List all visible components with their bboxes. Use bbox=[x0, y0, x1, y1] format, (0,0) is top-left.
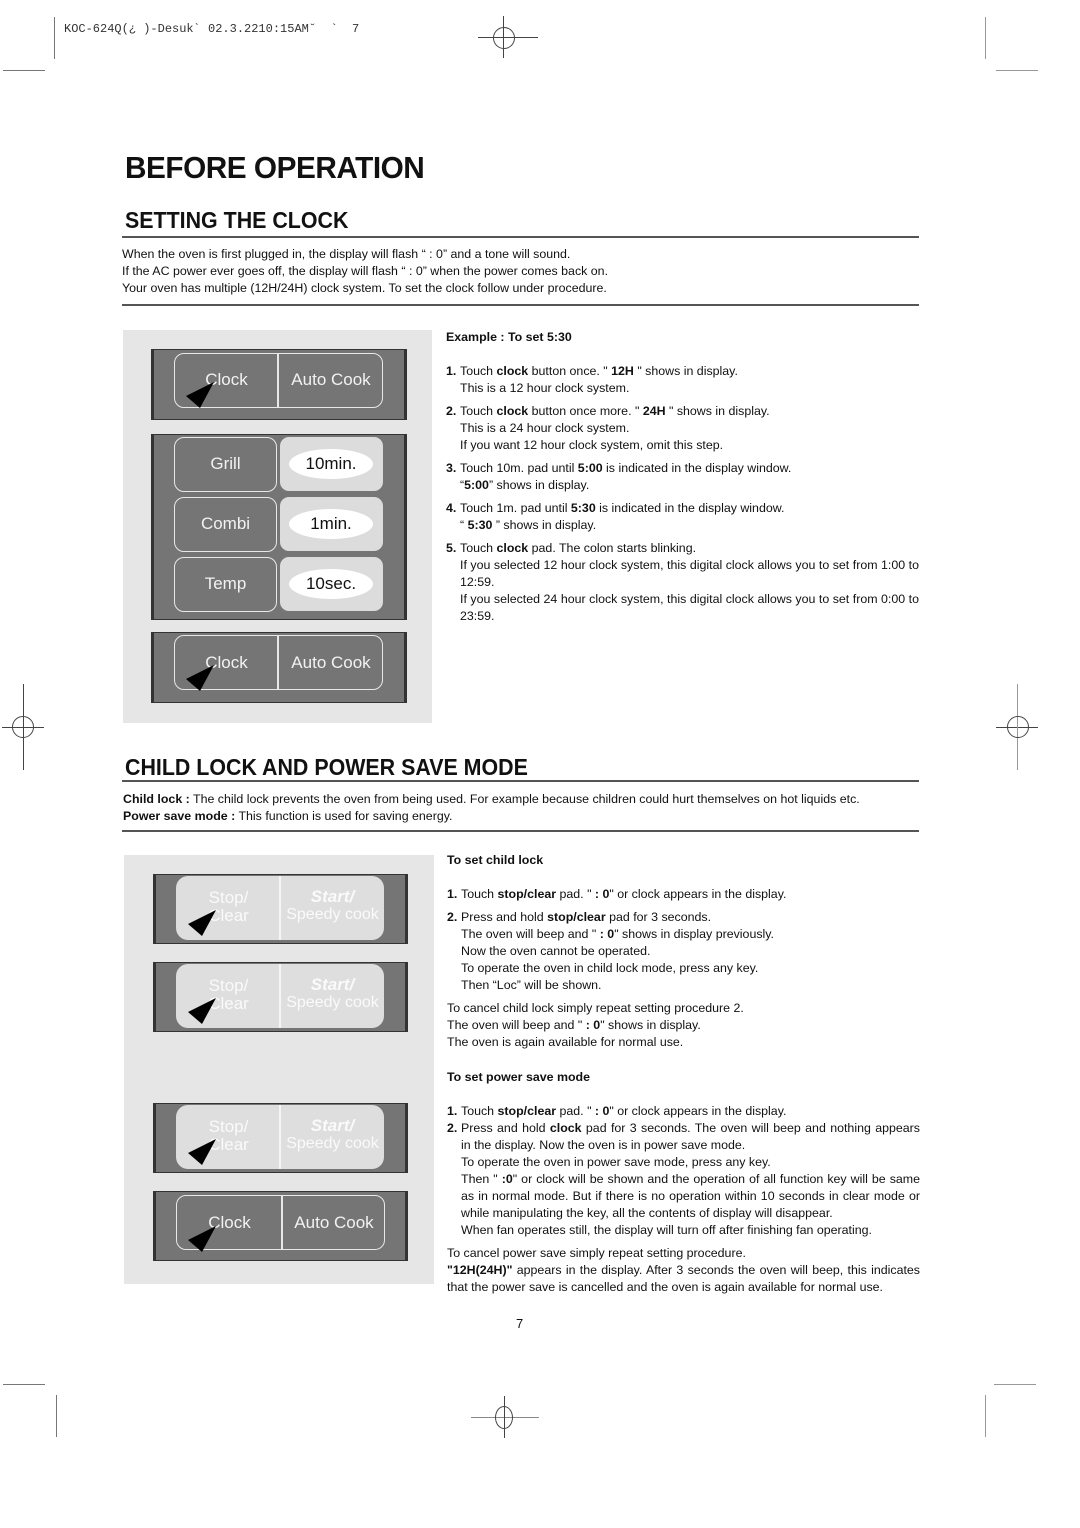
childlock-cancel: To cancel child lock simply repeat setti… bbox=[447, 1001, 744, 1049]
section-title-clock: SETTING THE CLOCK bbox=[125, 207, 349, 233]
pointer-arrow-icon bbox=[188, 1226, 216, 1252]
keypad-strip: Stop/Clear Start/Speedy cook bbox=[153, 1103, 408, 1173]
step-item: 1. Touch clock button once. " 12H " show… bbox=[446, 364, 738, 395]
auto-cook-button[interactable]: Auto Cook bbox=[283, 1213, 385, 1233]
crop-mark bbox=[985, 1395, 986, 1437]
10sec-button[interactable]: 10sec. bbox=[289, 569, 373, 599]
intro-line: When the oven is first plugged in, the d… bbox=[122, 247, 571, 261]
childlock-steps: To set child lock 1. Touch stop/clear pa… bbox=[447, 852, 920, 1296]
pointer-arrow-icon bbox=[188, 1139, 216, 1165]
keypad-strip: Stop/Clear Start/Speedy cook bbox=[153, 962, 408, 1032]
combi-button[interactable]: Combi bbox=[174, 514, 277, 534]
example-title: Example : To set 5:30 bbox=[446, 330, 572, 344]
pointer-arrow-icon bbox=[186, 665, 214, 691]
childlock-keypad-illustration: Stop/Clear Start/Speedy cook Stop/Clear … bbox=[124, 855, 434, 1284]
pointer-arrow-icon bbox=[188, 998, 216, 1024]
step-item: 2. Touch clock button once more. " 24H "… bbox=[446, 404, 770, 452]
step-item: 4. Touch 1m. pad until 5:30 is indicated… bbox=[446, 501, 785, 532]
intro-line: Your oven has multiple (12H/24H) clock s… bbox=[122, 281, 607, 295]
page-number: 7 bbox=[516, 1316, 524, 1331]
clock-keypad-illustration: Clock Auto Cook Grill 10min. Combi 1min.… bbox=[123, 330, 432, 723]
clock-intro: When the oven is first plugged in, the d… bbox=[122, 246, 922, 297]
pointer-arrow-icon bbox=[186, 382, 214, 408]
powersave-title: To set power save mode bbox=[447, 1070, 590, 1084]
crop-mark bbox=[994, 1384, 1036, 1385]
start-speedy-cook-button[interactable]: Start/Speedy cook bbox=[281, 1117, 384, 1153]
keypad-strip: Grill 10min. Combi 1min. Temp 10sec. bbox=[151, 434, 407, 620]
keypad-strip: Clock Auto Cook bbox=[151, 349, 407, 420]
step-item: 1. Touch stop/clear pad. " : 0" or clock… bbox=[447, 1104, 787, 1118]
keypad-strip: Clock Auto Cook bbox=[153, 1191, 408, 1261]
start-speedy-cook-button[interactable]: Start/Speedy cook bbox=[281, 976, 384, 1012]
childlock-title: To set child lock bbox=[447, 853, 544, 867]
registration-mark-icon bbox=[996, 684, 1040, 770]
10min-button[interactable]: 10min. bbox=[289, 449, 373, 479]
divider bbox=[122, 780, 919, 782]
crop-mark bbox=[3, 1384, 45, 1385]
registration-mark-icon bbox=[2, 684, 46, 770]
page-title: BEFORE OPERATION bbox=[125, 150, 425, 185]
crop-mark bbox=[996, 70, 1038, 71]
step-item: 3. Touch 10m. pad until 5:00 is indicate… bbox=[446, 461, 792, 492]
grill-button[interactable]: Grill bbox=[174, 454, 277, 474]
intro-line: If the AC power ever goes off, the displ… bbox=[122, 264, 609, 278]
divider bbox=[122, 830, 919, 832]
crop-mark bbox=[54, 17, 55, 59]
section-title-childlock: CHILD LOCK AND POWER SAVE MODE bbox=[125, 754, 528, 780]
pointer-arrow-icon bbox=[188, 910, 216, 936]
keypad-strip: Stop/Clear Start/Speedy cook bbox=[153, 874, 408, 944]
step-item: 2. Press and hold clock pad for 3 second… bbox=[447, 1121, 920, 1237]
step-item: 2. Press and hold stop/clear pad for 3 s… bbox=[447, 910, 774, 992]
registration-mark-icon bbox=[478, 16, 548, 58]
crop-mark bbox=[3, 70, 45, 71]
divider bbox=[122, 236, 919, 238]
auto-cook-button[interactable]: Auto Cook bbox=[279, 653, 383, 673]
temp-button[interactable]: Temp bbox=[174, 574, 277, 594]
auto-cook-button[interactable]: Auto Cook bbox=[279, 370, 383, 390]
step-item: 1. Touch stop/clear pad. " : 0" or clock… bbox=[447, 887, 787, 901]
childlock-intro: Child lock : The child lock prevents the… bbox=[123, 792, 860, 823]
1min-button[interactable]: 1min. bbox=[289, 509, 373, 539]
print-header: KOC-624Q(¿ )-Desukˋ 02.3.2210:15AM˘ ` 7 bbox=[64, 22, 360, 36]
start-speedy-cook-button[interactable]: Start/Speedy cook bbox=[281, 888, 384, 924]
divider bbox=[122, 304, 919, 306]
crop-mark bbox=[56, 1395, 57, 1437]
registration-mark-icon bbox=[471, 1396, 543, 1438]
powersave-cancel: To cancel power save simply repeat setti… bbox=[447, 1246, 920, 1294]
clock-steps: Example : To set 5:30 1. Touch clock but… bbox=[446, 329, 919, 631]
crop-mark bbox=[985, 17, 986, 59]
keypad-strip: Clock Auto Cook bbox=[151, 632, 407, 703]
step-item: 5. Touch clock pad. The colon starts bli… bbox=[446, 541, 919, 623]
